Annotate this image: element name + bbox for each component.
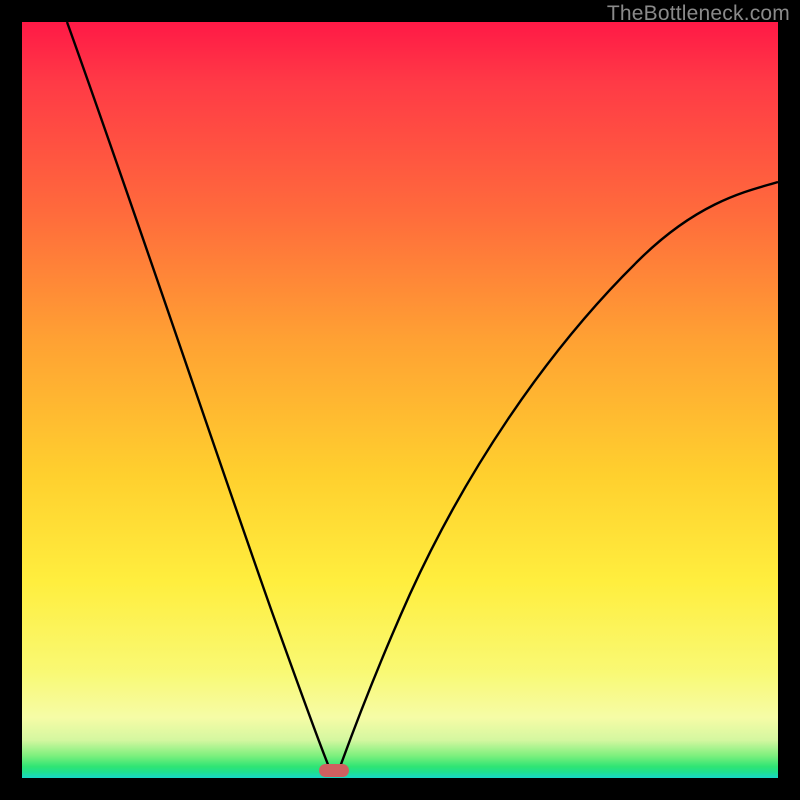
curve-left-branch xyxy=(67,22,329,767)
bottleneck-marker xyxy=(319,764,349,777)
bottleneck-curve xyxy=(22,22,778,778)
curve-right-branch xyxy=(340,182,778,767)
plot-area xyxy=(22,22,778,778)
chart-frame: TheBottleneck.com xyxy=(0,0,800,800)
